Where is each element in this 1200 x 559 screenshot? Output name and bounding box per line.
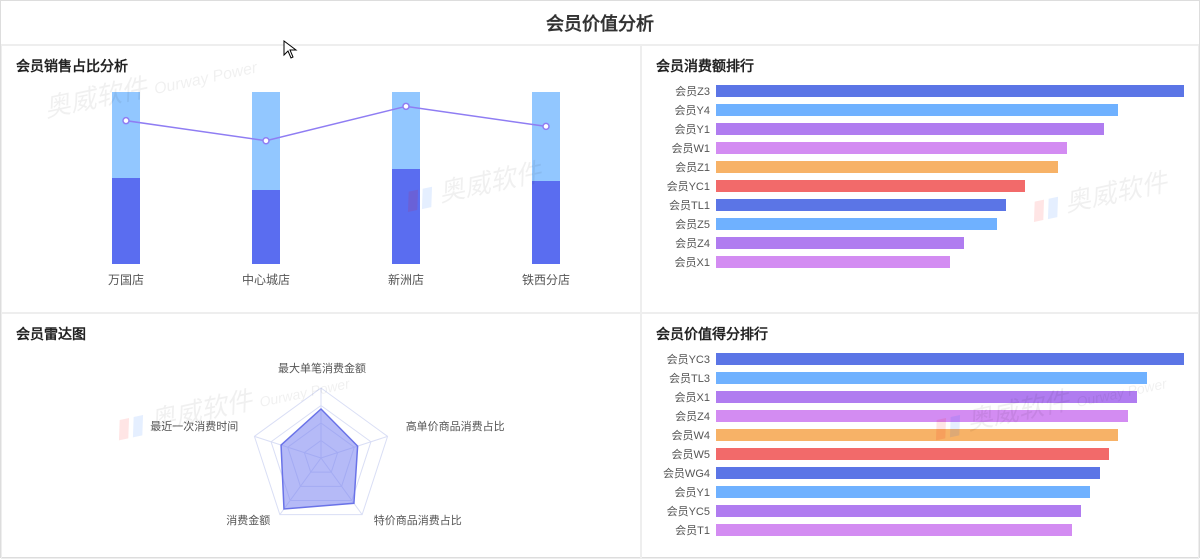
panel-title-value-rank: 会员价值得分排行 <box>656 324 1184 344</box>
rank-label: 会员T1 <box>656 522 716 538</box>
rank-label: 会员WG4 <box>656 465 716 481</box>
page-title-bar: 会员价值分析 <box>1 1 1199 45</box>
rank-bar <box>716 448 1109 460</box>
radar-axis-label: 消费金额 <box>226 512 270 528</box>
dashboard: 会员价值分析 会员销售占比分析 万国店中心城店新洲店铁西分店 奥威软件 Ourw… <box>0 0 1200 558</box>
rank-label: 会员TL1 <box>656 197 716 213</box>
rank-bar <box>716 391 1137 403</box>
panel-sales-ratio: 会员销售占比分析 万国店中心城店新洲店铁西分店 奥威软件 Ourway Powe… <box>1 45 641 313</box>
xlabel: 中心城店 <box>242 271 290 288</box>
rank-row[interactable]: 会员Z4 <box>656 234 1184 252</box>
rank-row[interactable]: 会员Y1 <box>656 483 1184 501</box>
rank-row[interactable]: 会员TL1 <box>656 196 1184 214</box>
rank-bar <box>716 505 1081 517</box>
rank-bar <box>716 256 950 268</box>
rank-bar <box>716 104 1118 116</box>
rank-bar <box>716 353 1184 365</box>
panel-value-rank: 会员价值得分排行 会员YC3 会员TL3 会员X1 会员Z4 会员W4 会员W5 会员WG4… <box>641 313 1199 559</box>
rank-label: 会员Y4 <box>656 102 716 118</box>
rank-bar <box>716 237 964 249</box>
radar-axis-label: 最近一次消费时间 <box>150 418 238 434</box>
rank-label: 会员W4 <box>656 427 716 443</box>
rank-label: 会员X1 <box>656 254 716 270</box>
rank-bar <box>716 180 1025 192</box>
rank-label: 会员Z4 <box>656 408 716 424</box>
panel-title-spend-rank: 会员消费额排行 <box>656 56 1184 76</box>
rank-row[interactable]: 会员X1 <box>656 253 1184 271</box>
rank-label: 会员W1 <box>656 140 716 156</box>
rank-row[interactable]: 会员W4 <box>656 426 1184 444</box>
rank-label: 会员YC3 <box>656 351 716 367</box>
rank-row[interactable]: 会员X1 <box>656 388 1184 406</box>
rank-bar <box>716 123 1104 135</box>
xlabel: 万国店 <box>108 271 144 288</box>
rank-bar <box>716 467 1100 479</box>
rank-row[interactable]: 会员W5 <box>656 445 1184 463</box>
rank-label: 会员Z3 <box>656 83 716 99</box>
xlabel: 新洲店 <box>388 271 424 288</box>
rank-label: 会员YC5 <box>656 503 716 519</box>
rank-row[interactable]: 会员YC1 <box>656 177 1184 195</box>
rank-row[interactable]: 会员Y1 <box>656 120 1184 138</box>
panel-radar: 会员雷达图 最大单笔消费金额高单价商品消费占比特价商品消费占比 消费金额 最近一次消… <box>1 313 641 559</box>
rank-row[interactable]: 会员WG4 <box>656 464 1184 482</box>
panel-spend-rank: 会员消费额排行 会员Z3会员Y4会员Y1会员W1会员Z1会员YC1会员TL1会员… <box>641 45 1199 313</box>
radar-axis-label: 高单价商品消费占比 <box>406 418 505 434</box>
rank-bar <box>716 85 1184 97</box>
rank-bar <box>716 524 1072 536</box>
panel-title-radar: 会员雷达图 <box>16 324 626 344</box>
chart-value-rank[interactable]: 会员YC3 会员TL3 会员X1 会员Z4 会员W4 会员W5 会员WG4 会员Y1 会员YC5… <box>656 350 1184 539</box>
rank-row[interactable]: 会员Y4 <box>656 101 1184 119</box>
rank-row[interactable]: 会员W1 <box>656 139 1184 157</box>
rank-row[interactable]: 会员YC3 <box>656 350 1184 368</box>
panel-title-sales-ratio: 会员销售占比分析 <box>16 56 626 76</box>
rank-label: 会员Z5 <box>656 216 716 232</box>
panel-grid: 会员销售占比分析 万国店中心城店新洲店铁西分店 奥威软件 Ourway Powe… <box>1 45 1199 559</box>
rank-label: 会员TL3 <box>656 370 716 386</box>
radar-axis-label: 最大单笔消费金额 <box>278 360 366 376</box>
xlabel: 铁西分店 <box>522 271 570 288</box>
rank-label: 会员Y1 <box>656 121 716 137</box>
rank-label: 会员Y1 <box>656 484 716 500</box>
rank-row[interactable]: 会员YC5 <box>656 502 1184 520</box>
rank-row[interactable]: 会员Z1 <box>656 158 1184 176</box>
rank-bar <box>716 161 1058 173</box>
chart-radar[interactable]: 最大单笔消费金额高单价商品消费占比特价商品消费占比 消费金额 最近一次消费时间 <box>16 350 626 550</box>
rank-row[interactable]: 会员T1 <box>656 521 1184 539</box>
rank-bar <box>716 218 997 230</box>
rank-row[interactable]: 会员Z3 <box>656 82 1184 100</box>
rank-label: 会员X1 <box>656 389 716 405</box>
rank-label: 会员YC1 <box>656 178 716 194</box>
chart-spend-rank[interactable]: 会员Z3 会员Y4 会员Y1 会员W1 会员Z1 会员YC1 会员TL1 会员Z5 会员Z4 会员… <box>656 82 1184 271</box>
rank-label: 会员Z4 <box>656 235 716 251</box>
radar-axis-label: 特价商品消费占比 <box>374 512 462 528</box>
rank-row[interactable]: 会员TL3 <box>656 369 1184 387</box>
chart-sales-ratio[interactable]: 万国店 中心城店 新洲店 铁西分店 <box>16 82 626 292</box>
rank-label: 会员W5 <box>656 446 716 462</box>
rank-bar <box>716 429 1118 441</box>
rank-bar <box>716 486 1090 498</box>
page-title: 会员价值分析 <box>546 10 654 36</box>
rank-bar <box>716 199 1006 211</box>
rank-bar <box>716 372 1147 384</box>
rank-row[interactable]: 会员Z5 <box>656 215 1184 233</box>
rank-bar <box>716 142 1067 154</box>
rank-label: 会员Z1 <box>656 159 716 175</box>
rank-row[interactable]: 会员Z4 <box>656 407 1184 425</box>
rank-bar <box>716 410 1128 422</box>
